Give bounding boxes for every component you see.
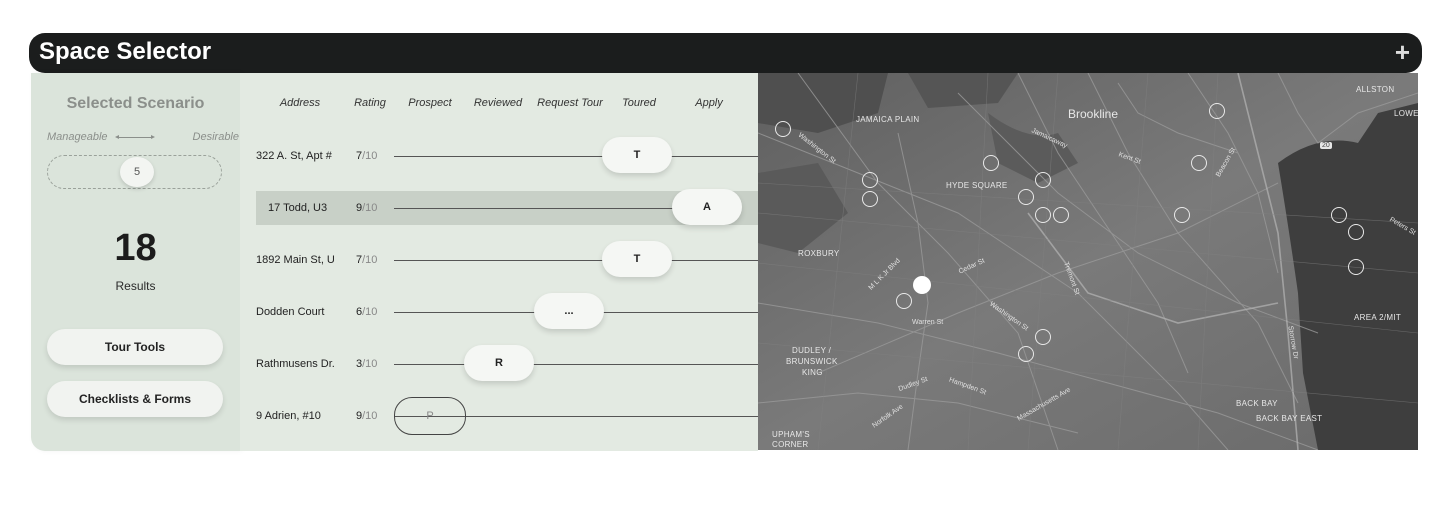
column-header-address: Address xyxy=(279,97,321,109)
map-pin-marker[interactable] xyxy=(1035,329,1051,345)
stage-pill-toured[interactable]: T xyxy=(602,137,672,173)
pipeline-track xyxy=(394,364,758,365)
range-left-label: Manageable xyxy=(47,131,108,143)
map-pin-marker[interactable] xyxy=(1053,207,1069,223)
row-rating: 9/10 xyxy=(356,202,378,214)
column-header-apply: Apply xyxy=(695,97,723,109)
map-label: ROXBURY xyxy=(798,249,840,258)
column-header-prospect: Prospect xyxy=(408,97,452,109)
tour-tools-button[interactable]: Tour Tools xyxy=(47,329,223,365)
column-header-request-tour: Request Tour xyxy=(537,97,603,109)
table-row[interactable]: 322 A. St, Apt # 7/10 T xyxy=(256,137,758,173)
street-label: Warren St xyxy=(912,319,944,326)
checklists-forms-button[interactable]: Checklists & Forms xyxy=(47,381,223,417)
table-row-selected[interactable]: 17 Todd, U3 9/10 A xyxy=(256,189,758,225)
pipeline-track xyxy=(394,156,758,157)
map-background xyxy=(758,73,1418,450)
space-selector-window: Space Selector + Selected Scenario Manag… xyxy=(29,33,1422,451)
stage-pill-apply[interactable]: A xyxy=(672,189,742,225)
slider-handle[interactable]: 5 xyxy=(120,157,154,187)
map-pin-marker[interactable] xyxy=(983,155,999,171)
map-pin-marker[interactable] xyxy=(862,191,878,207)
map-label: LOWE xyxy=(1394,109,1418,118)
map-pin-marker[interactable] xyxy=(1191,155,1207,171)
stage-pill-reviewed[interactable]: R xyxy=(464,345,534,381)
map-view[interactable]: JAMAICA PLAIN Brookline ALLSTON LOWE HYD… xyxy=(758,73,1418,450)
map-pin-marker[interactable] xyxy=(775,121,791,137)
pipeline-track xyxy=(394,208,694,209)
stage-pill-request-tour[interactable]: ... xyxy=(534,293,604,329)
table-row[interactable]: Rathmusens Dr. 3/10 R xyxy=(256,345,758,381)
row-address: 322 A. St, Apt # xyxy=(256,150,332,162)
map-label: UPHAM'S xyxy=(772,430,810,439)
column-header-reviewed: Reviewed xyxy=(473,97,523,109)
map-pin-marker[interactable] xyxy=(1348,224,1364,240)
map-pin-marker[interactable] xyxy=(1331,207,1347,223)
row-rating: 3/10 xyxy=(356,358,378,370)
table-row[interactable]: Dodden Court 6/10 ... xyxy=(256,293,758,329)
map-pin-marker[interactable] xyxy=(896,293,912,309)
plus-icon[interactable]: + xyxy=(1395,37,1410,68)
column-header-toured: Toured xyxy=(622,97,656,109)
map-pin-marker[interactable] xyxy=(1035,207,1051,223)
map-label: BRUNSWICK xyxy=(786,357,838,366)
scenario-sidebar: Selected Scenario Manageable Desirable 5… xyxy=(31,73,240,451)
map-pin-marker[interactable] xyxy=(1174,207,1190,223)
map-pin-selected[interactable] xyxy=(913,276,931,294)
results-count: 18 xyxy=(114,227,157,269)
row-address: Rathmusens Dr. xyxy=(256,358,335,370)
map-pin-marker[interactable] xyxy=(862,172,878,188)
listing-table: Address Rating Prospect Reviewed Request… xyxy=(240,73,758,451)
stage-pill-prospect[interactable]: P xyxy=(394,397,466,435)
map-label: CORNER xyxy=(772,440,809,449)
app-title: Space Selector xyxy=(39,38,212,65)
map-label: AREA 2/MIT xyxy=(1354,313,1402,322)
row-address: Dodden Court xyxy=(256,306,325,318)
map-pin-marker[interactable] xyxy=(1018,189,1034,205)
row-rating: 7/10 xyxy=(356,150,378,162)
map-pin-marker[interactable] xyxy=(1348,259,1364,275)
row-rating: 6/10 xyxy=(356,306,378,318)
table-row[interactable]: 9 Adrien, #10 9/10 P xyxy=(256,397,758,435)
map-label: BACK BAY EAST xyxy=(1256,414,1323,423)
column-header-rating: Rating xyxy=(354,97,386,109)
map-label: JAMAICA PLAIN xyxy=(856,115,920,124)
map-label: BACK BAY xyxy=(1236,399,1278,408)
row-address: 1892 Main St, U xyxy=(256,254,335,266)
range-right-label: Desirable xyxy=(192,131,239,143)
row-rating: 7/10 xyxy=(356,254,378,266)
map-label: ALLSTON xyxy=(1356,85,1395,94)
title-bar: Space Selector + xyxy=(29,33,1422,73)
stage-pill-toured[interactable]: T xyxy=(602,241,672,277)
row-address: 9 Adrien, #10 xyxy=(256,410,321,422)
route-shield-icon: 20 xyxy=(1320,142,1332,149)
window-body: Selected Scenario Manageable Desirable 5… xyxy=(31,73,1420,451)
map-pin-marker[interactable] xyxy=(1209,103,1225,119)
map-label: Brookline xyxy=(1068,107,1119,121)
map-pin-marker[interactable] xyxy=(1018,346,1034,362)
map-label: KING xyxy=(802,368,823,377)
selected-scenario-title: Selected Scenario xyxy=(66,95,205,112)
map-label: DUDLEY / xyxy=(792,346,832,355)
row-address: 17 Todd, U3 xyxy=(268,202,328,214)
scenario-slider[interactable]: 5 xyxy=(47,155,222,189)
results-label: Results xyxy=(115,279,156,293)
map-label: HYDE SQUARE xyxy=(946,181,1008,190)
row-rating: 9/10 xyxy=(356,410,378,422)
pipeline-track xyxy=(394,260,758,261)
map-pin-marker[interactable] xyxy=(1035,172,1051,188)
double-arrow-icon xyxy=(115,135,155,139)
table-row[interactable]: 1892 Main St, U 7/10 T xyxy=(256,241,758,277)
